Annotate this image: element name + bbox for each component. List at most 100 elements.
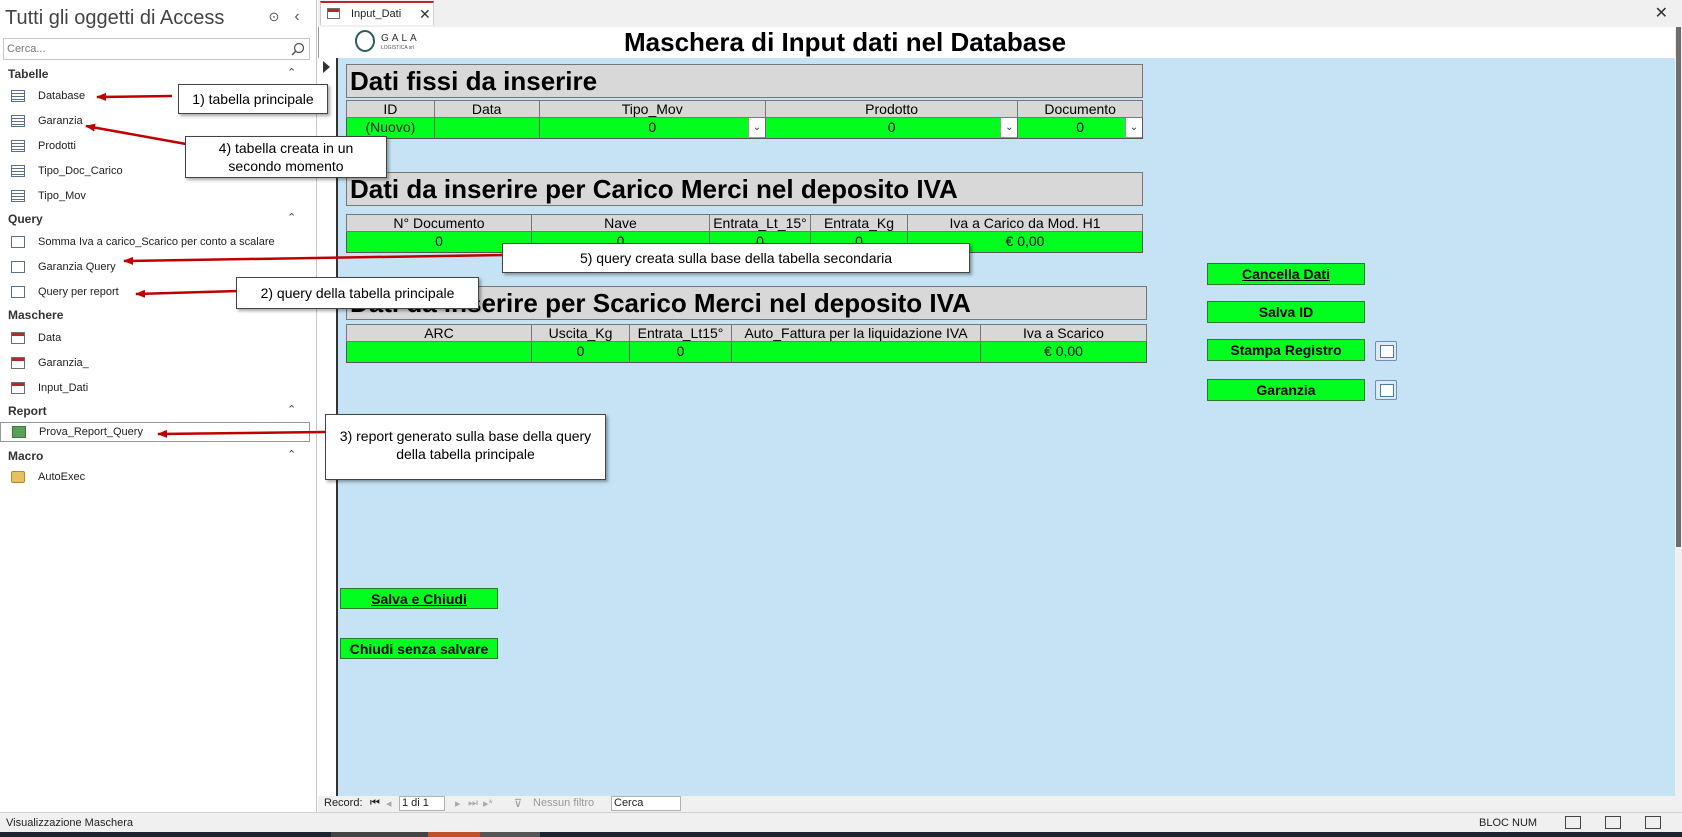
salva-id-button[interactable]: Salva ID [1207,301,1365,323]
callout-4: 4) tabella creata in un secondo momento [185,136,387,178]
design-view-icon[interactable] [1645,816,1661,829]
record-search-input[interactable]: Cerca [611,796,681,811]
nav-section-macro[interactable]: Macro [8,449,43,463]
nav-item-somma-iva-query[interactable]: Somma Iva a carico_Scarico per conto a s… [0,233,310,253]
callout-line: 3) report generato sulla base della quer… [339,428,592,444]
nav-item-garanzia-query[interactable]: Garanzia Query [0,258,310,278]
form-header: GALA LOGISTICA srl Maschera di Input dat… [318,27,1675,58]
nav-section-tabelle[interactable]: Tabelle [8,67,48,81]
form-icon [11,357,25,369]
callout-1: 1) tabella principale [178,84,328,114]
entrata-lt15-field[interactable]: 0 [630,342,732,362]
layout-view-icon[interactable] [1605,816,1621,829]
scrollbar-thumb[interactable] [1676,27,1681,547]
nav-menu-chevron-icon[interactable]: ⊙ [265,8,283,26]
taskbar-item [331,832,428,837]
logo-text: GALA [381,33,420,44]
data-field[interactable] [435,118,540,138]
nav-item-data-form[interactable]: Data [0,329,310,349]
column-header: Entrata_Lt15° [630,325,732,341]
close-document-icon[interactable]: ✕ [1655,3,1668,23]
chevron-down-icon[interactable]: ⌄ [747,118,765,137]
chevron-down-icon[interactable]: ⌄ [1000,118,1018,137]
previous-record-icon[interactable]: ◂ [386,797,392,810]
nav-pane-title: Tutti gli oggetti di Access [5,7,225,29]
filter-icon[interactable]: ⊽ [514,797,522,810]
nav-section-query[interactable]: Query [8,212,43,226]
column-header: Documento [1044,101,1116,117]
tipo-mov-combo[interactable]: 0 ⌄ [540,118,766,138]
record-label: Record: [324,797,363,809]
stampa-registro-button[interactable]: Stampa Registro [1207,339,1365,361]
nav-item-prova-report-query[interactable]: Prova_Report_Query [0,422,310,442]
nav-item-label: Tipo_Mov [38,190,86,202]
form-title: Maschera di Input dati nel Database [624,27,1067,57]
chiudi-senza-salvare-button[interactable]: Chiudi senza salvare [340,638,498,659]
close-tab-icon[interactable]: ✕ [419,6,431,23]
document-area: Input_Dati ✕ ✕ GALA LOGISTICA srl Masche… [318,0,1682,812]
table-icon [11,140,25,152]
iva-scarico-field[interactable]: € 0,00 [981,342,1146,362]
nav-item-label: Query per report [38,286,119,298]
next-record-icon[interactable]: ▸ [455,797,461,810]
status-view-text: Visualizzazione Maschera [6,817,133,829]
print-icon[interactable] [1375,341,1397,361]
nav-item-garanzia[interactable]: Garanzia [0,112,310,132]
nav-item-label: AutoExec [38,471,86,483]
record-position-input[interactable]: 1 di 1 [399,796,445,811]
nav-item-label: Somma Iva a carico_Scarico per conto a s… [38,236,275,248]
chevron-up-icon[interactable]: ⌃ [287,211,296,224]
nav-section-maschere[interactable]: Maschere [8,308,63,322]
combo-value: 0 [648,119,657,135]
nav-item-tipo-mov[interactable]: Tipo_Mov [0,187,310,207]
nav-item-garanzia-form[interactable]: Garanzia_ [0,354,310,374]
nav-item-label: Prova_Report_Query [39,426,143,438]
nav-search-input[interactable] [7,41,277,57]
salva-e-chiudi-button[interactable]: Salva e Chiudi [340,588,498,609]
table-icon [11,90,25,102]
auto-fattura-field[interactable] [732,342,981,362]
column-header: N° Documento [347,215,532,231]
cancella-dati-button[interactable]: Cancella Dati [1207,263,1365,285]
new-record-icon[interactable]: ▸* [483,797,493,810]
nav-section-report[interactable]: Report [8,404,47,418]
form-icon [11,382,25,394]
column-header: ARC [347,325,532,341]
garanzia-button[interactable]: Garanzia [1207,379,1365,401]
company-logo: GALA LOGISTICA srl [355,30,437,54]
status-numlock: BLOC NUM [1479,817,1538,829]
first-record-icon[interactable]: ⏮ [370,797,380,810]
column-header: ID [347,101,435,117]
last-record-icon[interactable]: ⏭ [468,797,478,810]
nav-item-label: Prodotti [38,140,76,152]
uscita-kg-field[interactable]: 0 [532,342,630,362]
callout-3: 3) report generato sulla base della quer… [325,414,606,480]
section-scarico-fields: 0 0 € 0,00 [346,342,1147,363]
query-icon [11,236,25,248]
filter-status[interactable]: Nessun filtro [533,797,594,809]
column-header: Nave [532,215,710,231]
form-icon [327,8,340,19]
navigation-pane: Tutti gli oggetti di Access ⊙ ‹ Tabelle … [0,0,317,812]
taskbar-item [480,832,540,837]
nav-item-autoexec[interactable]: AutoExec [0,468,310,488]
nav-item-input-dati-form[interactable]: Input_Dati [0,379,310,399]
search-icon[interactable] [291,42,305,56]
chevron-down-icon[interactable]: ⌄ [1125,118,1142,137]
combo-value: 0 [887,119,896,135]
collapse-pane-icon[interactable]: ‹ [288,8,306,26]
chevron-up-icon[interactable]: ⌃ [287,448,296,461]
nav-item-label: Garanzia Query [38,261,116,273]
id-field[interactable]: (Nuovo) [347,118,435,138]
open-form-icon[interactable] [1375,380,1397,400]
tab-input-dati[interactable]: Input_Dati ✕ [320,1,434,25]
prodotto-combo[interactable]: 0 ⌄ [766,118,1019,138]
documento-combo[interactable]: 0 ⌄ [1018,118,1142,138]
table-icon [11,165,25,177]
chevron-up-icon[interactable]: ⌃ [287,403,296,416]
form-view-icon[interactable] [1565,816,1581,829]
macro-icon [11,471,25,483]
table-icon [11,115,25,127]
chevron-up-icon[interactable]: ⌃ [287,66,296,79]
arc-field[interactable] [347,342,532,362]
